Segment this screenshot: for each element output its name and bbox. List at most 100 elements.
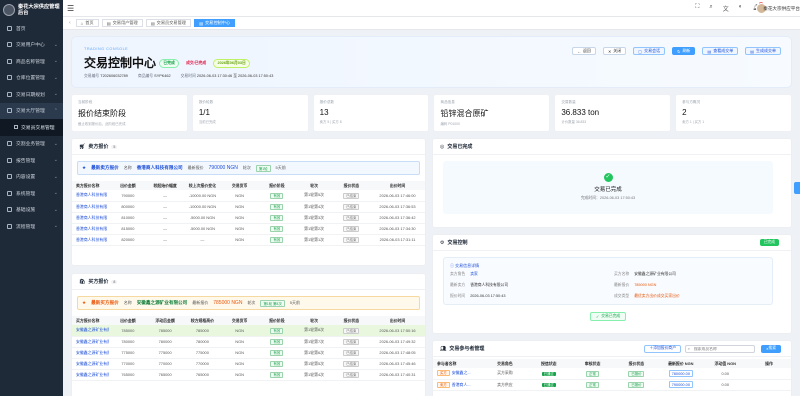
tab-user-management[interactable]: ▤ 交易用户管理 [101, 19, 143, 27]
date-pill: 2026年06月03日 [213, 59, 250, 69]
sidebar-item-reports[interactable]: 报告管理 ⌄ [0, 152, 63, 169]
sidebar-item-content[interactable]: 内容设置 ⌄ [0, 169, 63, 186]
sidebar: 秦花大宗供应管理后台 首页 交易用户中心 ⌄ 商品名称管理 ⌄ 仓库位置管理 ⌄ 交易… [0, 0, 63, 396]
theme-icon[interactable]: ◐ [739, 4, 743, 13]
table-row[interactable]: 买方 安徽鑫之... 买方采购 已通过 正常 已报价 780000.00 0.00 [433, 368, 791, 380]
table-cell: -5000.00 NGN [183, 212, 221, 224]
info-icon: ⓘ [450, 263, 454, 268]
sidebar-item-products[interactable]: 商品名称管理 ⌄ [0, 53, 63, 70]
sidebar-item-system[interactable]: 系统管理 ⌄ [0, 185, 63, 202]
table-header: 买方报价名称 出价金额 浮动后金额 较方规格高价 交易货币 报价阶段 轮次 报价状态 出价时间 [72, 316, 425, 325]
menu-toggle-icon[interactable]: ☰ [67, 4, 74, 13]
search-input[interactable] [685, 344, 755, 353]
session-button[interactable]: ▢ 交易会话 [633, 47, 666, 55]
action-cell[interactable] [747, 368, 791, 380]
table-row[interactable]: 安徽鑫之源矿业有限 775000 775000 775000 NGN 有效 第1轮第6次 已结… [72, 347, 425, 359]
add-merchant-button[interactable]: ＋添加报价商户 [644, 344, 681, 353]
refresh-button[interactable]: ↻ 刷新 [672, 47, 696, 55]
kv-latest-price: 最新报价 785000 NGN [614, 283, 657, 287]
table-cell: 第1轮第3次 [295, 212, 333, 224]
stat-rounds: 报价轮数 1/1 当前已完成 [191, 94, 309, 132]
chevron-down-icon: ⌄ [53, 74, 58, 81]
table-cell: 已报价 [614, 368, 659, 380]
sidebar-item-delivery[interactable]: 交割业务管理 ⌄ [0, 136, 63, 153]
table-cell: 正常 [570, 379, 615, 391]
action-cell[interactable] [747, 379, 791, 391]
translate-icon[interactable]: 文 [723, 4, 729, 13]
table-cell: 780000 [146, 336, 184, 348]
latest-price-input[interactable]: 780000.00 [668, 369, 694, 377]
sidebar-item-users[interactable]: 交易用户中心 ⌄ [0, 37, 63, 54]
table-row[interactable]: 香港商人科技有限 800000— -10000.00 NGN NGN 有效 第1轮第4次 已… [72, 201, 425, 213]
sidebar-item-warehouse[interactable]: 仓库位置管理 ⌄ [0, 70, 63, 87]
generate-deal-button[interactable]: ▤ 生成成交单 [745, 47, 781, 55]
back-button[interactable]: ← 返回 [571, 47, 596, 55]
sidebar-item-trading-hall[interactable]: 交易大厅管理 ⌃ [0, 102, 63, 119]
table-row[interactable]: 安徽鑫之源矿业有限 785000 785000 785000 NGN 有效 第1轮第8次 已结… [72, 325, 425, 337]
quote-status-badge: 已报价 [628, 370, 645, 377]
table-row[interactable]: 香港商人科技有限 810000— -5000.00 NGN NGN 有效 第1轮第3次 已结… [72, 212, 425, 224]
control-status-badge: 已完成 [759, 239, 779, 246]
star-icon: ★ [82, 300, 87, 305]
sidebar-item-home[interactable]: 首页 [0, 20, 63, 37]
search-icon[interactable]: ⌕ [709, 4, 712, 13]
brand-logo [3, 4, 15, 16]
table-row[interactable]: 安徽鑫之源矿业有限 780000 780000 780000 NGN 有效 第1轮第7次 已结… [72, 336, 425, 348]
table-cell: 790000.00 [658, 379, 704, 391]
view-deal-button[interactable]: ▤ 查看成交单 [702, 47, 739, 55]
table-cell: 已结束 [332, 325, 370, 337]
trade-completed-button[interactable]: ✓ 交易已完成 [590, 312, 627, 321]
table-cell: 安徽鑫之源矿业有限 [72, 358, 110, 370]
table-row[interactable]: 安徽鑫之源矿业有限 770000 770000 770000 NGN 有效 第1轮第5次 已结… [72, 358, 425, 370]
table-cell: 香港商人科技有限 [72, 201, 110, 213]
sidebar-item-calendar[interactable]: 交易日期规划 ⌄ [0, 86, 63, 103]
table-cell: 780000.00 [658, 368, 704, 380]
table-cell: NGN [221, 234, 259, 246]
table-cell: 已通过 [526, 368, 571, 380]
username[interactable]: 秦花大宗供应平台 [763, 6, 800, 12]
kv-buyer-name: 买方名称 安徽鑫之源矿业有限公司 [614, 272, 676, 276]
tab-trader-management[interactable]: ▤ 交易员交易管理 [145, 19, 191, 27]
table-cell: NGN [221, 190, 259, 202]
tabs-bar: ‹ ⌂ 首页 ▤ 交易用户管理 ▤ 交易员交易管理 ▤ 交易控制中心 [63, 17, 800, 30]
participant-name[interactable]: 香港商人... [452, 382, 471, 387]
table-cell: 安徽鑫之源矿业有限 [72, 369, 110, 381]
chevron-down-icon: ⌄ [53, 91, 58, 98]
flow-icon [7, 223, 12, 229]
table-cell: 2026-06-03 17:34:30 [370, 223, 425, 235]
search-button[interactable]: ⌕ 搜索 [761, 344, 781, 353]
content-icon [7, 174, 12, 180]
tab-home[interactable]: ⌂ 首页 [75, 19, 99, 27]
sidebar-subitem-trader[interactable]: 交易员交易管理 [0, 119, 63, 136]
table-cell: 有效 [258, 336, 296, 348]
fullscreen-icon[interactable]: ⛶ [695, 4, 699, 13]
participant-name[interactable]: 安徽鑫之... [452, 370, 471, 375]
home-icon [7, 25, 12, 31]
latest-price-input[interactable]: 790000.00 [668, 381, 694, 388]
table-cell: 有效 [258, 223, 296, 235]
close-button[interactable]: ✕ 关闭 [602, 47, 627, 55]
table-row[interactable]: 香港商人科技有限 815000— -5000.00 NGN NGN 有效 第1轮第2次 已结… [72, 223, 425, 235]
sidebar-item-process[interactable]: 流程管理 ⌄ [0, 218, 63, 235]
table-row[interactable]: 香港商人科技有限 790000— -10000.00 NGN NGN 有效 第1轮第5次 已… [72, 190, 425, 202]
trade-control-header: ⚙︎ 交易控制 已完成 [433, 235, 791, 251]
side-drawer-handle[interactable] [794, 182, 800, 194]
tab-prev-icon[interactable]: ‹ [69, 20, 71, 26]
hero-eyebrow: TRADING CONSOLE [84, 47, 129, 51]
tab-trading-control[interactable]: ▤ 交易控制中心 [194, 19, 236, 27]
control-icon: ⚙︎ [440, 239, 445, 246]
trade-done-state: 交易已完成 [594, 187, 622, 193]
table-row[interactable]: 香港商人科技有限 820000— — NGN 有效 第1轮第1次 已结束 2026-06-03… [72, 234, 425, 246]
table-cell: NGN [221, 369, 259, 381]
sidebar-item-infra[interactable]: 基础设施 ⌄ [0, 202, 63, 219]
credit-badge: 已通过 [541, 383, 556, 387]
table-row[interactable]: 卖方 香港商人... 卖方供应 已通过 正常 已报价 790000.00 0.00 [433, 379, 791, 391]
table-row[interactable]: 安徽鑫之源矿业有限 765000 765000 765000 NGN 有效 第1轮第4次 已结… [72, 369, 425, 381]
table-cell: NGN [221, 336, 259, 348]
sell-quotes-card: 🛒︎ 卖方报价 5 ★ 最新卖方报价 名称 香港商人科技有限公司 最新报价 7900… [71, 138, 426, 266]
table-cell: 815000 [109, 223, 147, 235]
group-icon: 👥︎ [440, 345, 447, 352]
page-title: 交易控制中心 已完成 成交/已完成 2026年06月03日 [84, 54, 250, 71]
hero-meta: 交易编号 T202606032789 商品编号 SYPK462 交易时间 202… [84, 74, 273, 79]
box-icon [7, 58, 12, 64]
